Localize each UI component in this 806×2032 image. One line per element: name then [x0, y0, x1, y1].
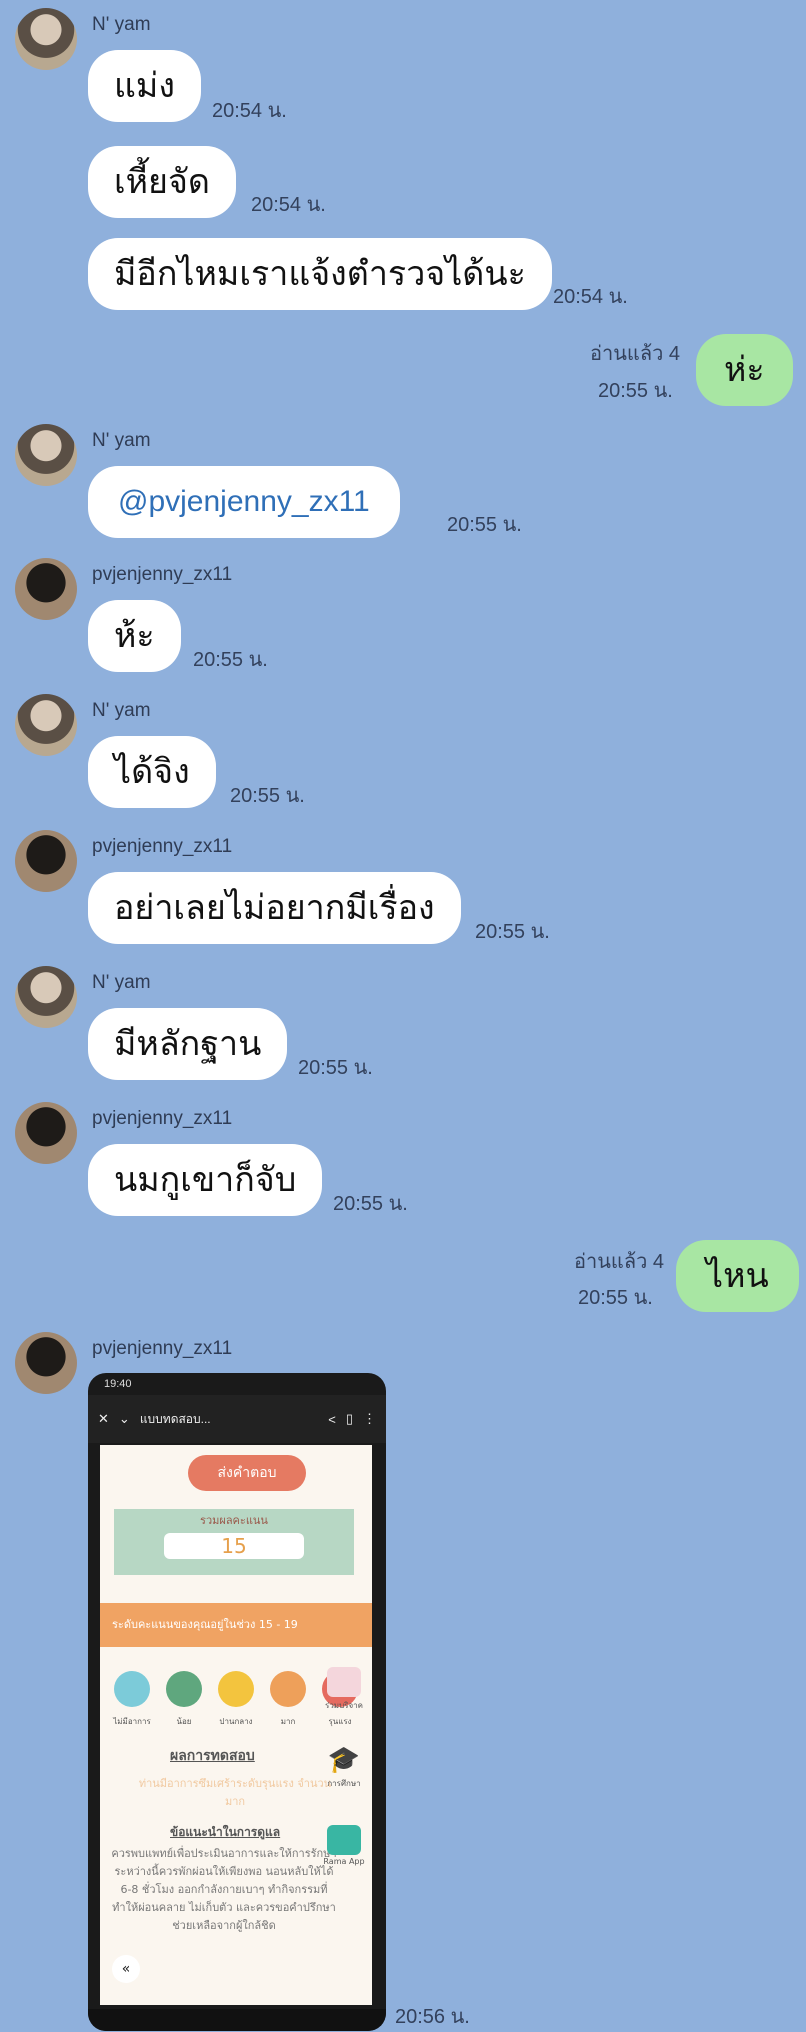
level-label: ปานกลาง — [219, 1717, 253, 1726]
sender-name: pvjenjenny_zx11 — [92, 564, 233, 585]
side-item-label: Rama App — [323, 1857, 365, 1866]
donate-icon — [327, 1667, 361, 1697]
message-time: 20:55 น. — [230, 785, 305, 807]
sender-name: N' yam — [92, 972, 151, 993]
share-icon: « — [112, 1955, 140, 1983]
bookmark-icon: ▯ — [345, 1411, 353, 1426]
close-icon: ✕ — [98, 1411, 109, 1426]
message-time: 20:55 น. — [298, 1057, 373, 1079]
level-label: น้อย — [176, 1717, 192, 1726]
browser-toolbar: ✕ ⌄ แบบทดสอบ... < ▯ ⋮ — [88, 1395, 386, 1443]
sender-name: pvjenjenny_zx11 — [92, 1108, 233, 1129]
sender-name: N' yam — [92, 430, 151, 451]
result-text: ท่านมีอาการซึมเศร้าระดับรุนแรง จำนวนมาก — [138, 1777, 332, 1808]
avatar-pvjenjenny[interactable] — [15, 1332, 77, 1394]
result-heading: ผลการทดสอบ — [170, 1748, 255, 1764]
message-time: 20:55 น. — [475, 921, 550, 943]
side-item-label: ร่วมบริจาค — [325, 1701, 363, 1710]
submit-answer-button: ส่งคำตอบ — [188, 1455, 306, 1491]
sender-name: pvjenjenny_zx11 — [92, 836, 233, 857]
side-item-education: 🎓 การศึกษา — [322, 1745, 366, 1790]
level-dot — [166, 1671, 202, 1707]
advice-heading: ข้อแนะนำในการดูแล — [170, 1825, 281, 1839]
score-value: 15 — [164, 1533, 304, 1559]
level-label: ไม่มีอาการ — [113, 1717, 151, 1726]
browser-page-title: แบบทดสอบ... — [139, 1411, 211, 1426]
message-bubble[interactable]: มีหลักฐาน — [88, 1008, 288, 1080]
sender-name: pvjenjenny_zx11 — [92, 1338, 233, 1359]
message-bubble[interactable]: ห้ะ — [88, 600, 181, 672]
avatar-pvjenjenny[interactable] — [15, 1102, 77, 1164]
message-bubble[interactable]: เหี้ยจัด — [88, 146, 236, 218]
message-time: 20:54 น. — [251, 194, 326, 216]
message-bubble[interactable]: อย่าเลยไม่อยากมีเรื่อง — [88, 872, 461, 944]
avatar-n-yam[interactable] — [15, 694, 77, 756]
score-range-banner: ระดับคะแนนของคุณอยู่ในช่วง 15 - 19 — [100, 1603, 372, 1647]
read-receipt: อ่านแล้ว 4 — [574, 1251, 664, 1273]
level-label: รุนแรง — [328, 1717, 352, 1726]
graduation-cap-icon: 🎓 — [327, 1745, 361, 1775]
chevron-down-icon: ⌄ — [118, 1411, 130, 1426]
quiz-result-page: ส่งคำตอบ รวมผลคะแนน 15 ระดับคะแนนของคุณอ… — [100, 1445, 372, 2005]
avatar-n-yam[interactable] — [15, 966, 77, 1028]
avatar-pvjenjenny[interactable] — [15, 558, 77, 620]
avatar-n-yam[interactable] — [15, 424, 77, 486]
phone-status-bar: 19:40 — [88, 1373, 386, 1395]
message-time: 20:55 น. — [598, 380, 673, 402]
score-label: รวมผลคะแนน — [200, 1514, 268, 1527]
level-dot — [270, 1671, 306, 1707]
advice-text: ควรพบแพทย์เพื่อประเมินอาการและให้การรักษ… — [111, 1847, 337, 1932]
status-time: 19:40 — [104, 1378, 132, 1390]
level-dot — [114, 1671, 150, 1707]
avatar-n-yam[interactable] — [15, 8, 77, 70]
phone-nav-bar — [88, 2009, 386, 2031]
message-time: 20:55 น. — [578, 1287, 653, 1309]
avatar-pvjenjenny[interactable] — [15, 830, 77, 892]
mention-bubble[interactable]: @pvjenjenny_zx11 — [88, 466, 400, 538]
share-icon: < — [328, 1411, 336, 1427]
message-bubble[interactable]: ได้จิง — [88, 736, 216, 808]
image-message[interactable]: 19:40 ✕ ⌄ แบบทดสอบ... < ▯ ⋮ ส่งคำตอบ รวม… — [88, 1373, 386, 2031]
more-icon: ⋮ — [363, 1411, 376, 1426]
level-label: มาก — [280, 1717, 296, 1726]
message-time: 20:54 น. — [553, 286, 628, 308]
level-dot — [218, 1671, 254, 1707]
message-bubble[interactable]: มีอีกไหมเราแจ้งตำรวจได้นะ — [88, 238, 552, 310]
rama-app-icon — [327, 1825, 361, 1855]
my-message-bubble[interactable]: ไหน — [676, 1240, 799, 1312]
sender-name: N' yam — [92, 700, 151, 721]
side-item-rama-app: Rama App — [322, 1825, 366, 1866]
side-item-label: การศึกษา — [327, 1779, 361, 1788]
message-time: 20:54 น. — [212, 100, 287, 122]
message-bubble[interactable]: นมกูเขาก็จับ — [88, 1144, 323, 1216]
score-box: รวมผลคะแนน 15 — [114, 1509, 354, 1575]
message-time: 20:55 น. — [333, 1193, 408, 1215]
read-receipt: อ่านแล้ว 4 — [590, 343, 680, 365]
message-time: 20:55 น. — [193, 649, 268, 671]
chat-area[interactable]: N' yam แม่ง 20:54 น. เหี้ยจัด 20:54 น. ม… — [0, 0, 806, 2031]
message-time: 20:55 น. — [447, 514, 522, 536]
message-bubble[interactable]: แม่ง — [88, 50, 201, 122]
message-time: 20:56 น. — [395, 2006, 470, 2028]
my-message-bubble[interactable]: ห่ะ — [696, 334, 793, 406]
sender-name: N' yam — [92, 14, 151, 35]
side-item-donate: ร่วมบริจาค — [322, 1667, 366, 1712]
